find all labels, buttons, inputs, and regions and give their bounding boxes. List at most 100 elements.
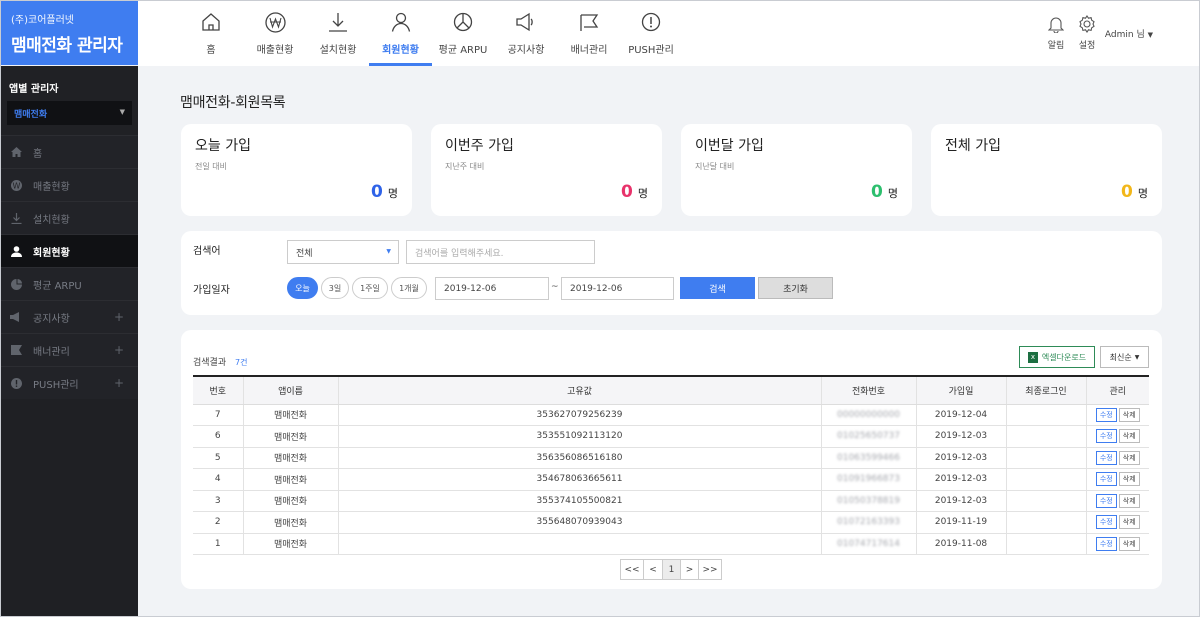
- megaphone-icon: [9, 311, 23, 323]
- edit-button[interactable]: 수정: [1095, 493, 1117, 508]
- admin-menu[interactable]: Admin 님 ▼: [1105, 27, 1153, 40]
- cell-id: 353627079256239: [338, 404, 822, 426]
- home-icon: [9, 146, 23, 158]
- company-name: (주)코어플러넷: [11, 15, 75, 26]
- date-from-input[interactable]: 2019-12-06: [435, 277, 549, 300]
- delete-button[interactable]: 삭제: [1118, 407, 1140, 422]
- tab-home[interactable]: 홈: [193, 1, 229, 66]
- date-from-value: 2019-12-06: [444, 283, 497, 294]
- search-input[interactable]: 검색어를 입력해주세요.: [406, 240, 595, 264]
- tab-arpu[interactable]: 평균 ARPU: [438, 1, 488, 66]
- stat-subtitle: 지난주 대비: [445, 162, 485, 171]
- cell-joined: 2019-11-08: [916, 533, 1007, 555]
- delete-button[interactable]: 삭제: [1118, 493, 1140, 508]
- sidebar-item-installs[interactable]: 설치현황: [1, 201, 138, 234]
- period-3days-button[interactable]: 3일: [321, 277, 349, 299]
- cell-actions: 수정 삭제: [1086, 533, 1149, 555]
- megaphone-icon: [503, 12, 549, 34]
- period-1week-button[interactable]: 1주일: [352, 277, 388, 299]
- stat-title: 오늘 가입: [195, 138, 251, 154]
- edit-button[interactable]: 수정: [1095, 429, 1117, 444]
- alarm-button[interactable]: 알림: [1044, 1, 1068, 51]
- sidebar-item-push[interactable]: PUSH관리 +: [1, 366, 138, 399]
- scope-value: 전체: [296, 248, 313, 259]
- pager-page-1[interactable]: 1: [663, 559, 681, 580]
- tab-notice[interactable]: 공지사항: [503, 1, 549, 66]
- delete-button[interactable]: 삭제: [1118, 472, 1140, 487]
- stat-unit: 명: [1137, 187, 1148, 200]
- app-select-value: 맴매전화: [14, 110, 48, 120]
- sidebar-item-members[interactable]: 회원현황: [1, 234, 138, 267]
- tab-label: 매출현황: [256, 45, 294, 56]
- edit-button[interactable]: 수정: [1095, 450, 1117, 465]
- pager-prev-button[interactable]: <: [644, 559, 663, 580]
- svg-text:W: W: [12, 181, 20, 190]
- user-icon: [369, 12, 432, 34]
- cell-joined: 2019-12-03: [916, 468, 1007, 491]
- edit-button[interactable]: 수정: [1095, 515, 1117, 530]
- edit-button[interactable]: 수정: [1095, 407, 1117, 422]
- caret-down-icon: ▼: [1147, 31, 1153, 39]
- sidebar-item-arpu[interactable]: 평균 ARPU: [1, 267, 138, 300]
- excel-download-button[interactable]: x 엑셀다운로드: [1019, 346, 1095, 368]
- pager-first-button[interactable]: <<: [620, 559, 644, 580]
- period-today-button[interactable]: 오늘: [287, 277, 318, 299]
- stat-title: 이번달 가입: [695, 138, 764, 154]
- tab-label: 홈: [206, 45, 216, 56]
- delete-button[interactable]: 삭제: [1118, 536, 1140, 551]
- settings-button[interactable]: 설정: [1074, 1, 1100, 51]
- expand-plus-icon[interactable]: +: [114, 310, 124, 324]
- tab-banner[interactable]: 배너관리: [566, 1, 612, 66]
- sidebar-item-label: 회원현황: [33, 247, 70, 259]
- cell-no: 3: [193, 490, 244, 512]
- delete-button[interactable]: 삭제: [1118, 515, 1140, 530]
- search-scope-select[interactable]: 전체 ▼: [287, 240, 399, 264]
- expand-plus-icon[interactable]: +: [114, 343, 124, 357]
- pager-last-button[interactable]: >>: [699, 559, 722, 580]
- cell-joined: 2019-11-19: [916, 511, 1007, 534]
- tab-label: 평균 ARPU: [438, 45, 488, 56]
- date-to-input[interactable]: 2019-12-06: [561, 277, 674, 300]
- stat-value: 0: [371, 182, 383, 202]
- edit-button[interactable]: 수정: [1095, 536, 1117, 551]
- tab-push[interactable]: PUSH관리: [626, 1, 676, 66]
- pager-next-button[interactable]: >: [681, 559, 699, 580]
- period-1month-button[interactable]: 1개월: [391, 277, 427, 299]
- delete-button[interactable]: 삭제: [1118, 450, 1140, 465]
- sidebar-item-notice[interactable]: 공지사항 +: [1, 300, 138, 333]
- expand-plus-icon[interactable]: +: [114, 376, 124, 390]
- table-row: 6 맴매전화 353551092113120 01025650737 2019-…: [193, 425, 1149, 448]
- col-header: 관리: [1086, 375, 1149, 405]
- sidebar-item-sales[interactable]: W 매출현황: [1, 168, 138, 201]
- app-select[interactable]: 맴매전화 ▼: [7, 101, 132, 125]
- brand-header[interactable]: (주)코어플러넷 맴매전화 관리자: [1, 1, 138, 65]
- delete-button[interactable]: 삭제: [1118, 429, 1140, 444]
- sidebar-item-home[interactable]: 홈: [1, 135, 138, 168]
- cell-last-login: [1006, 404, 1087, 426]
- tab-label: PUSH관리: [628, 45, 674, 56]
- col-header: 가입일: [916, 375, 1007, 405]
- sort-select[interactable]: 최신순 ▼: [1100, 346, 1149, 368]
- stat-subtitle: 전일 대비: [195, 162, 227, 171]
- cell-id: 353551092113120: [338, 425, 822, 448]
- search-button-label: 검색: [709, 284, 726, 295]
- cell-app: 맴매전화: [243, 468, 339, 491]
- edit-button[interactable]: 수정: [1095, 472, 1117, 487]
- excel-icon: x: [1027, 351, 1038, 363]
- tab-members[interactable]: 회원현황: [369, 1, 432, 66]
- members-table: 번호 앱이름 고유값 전화번호 가입일 최종로그인 관리 7 맴매전화 3536…: [193, 375, 1149, 555]
- tab-installs[interactable]: 설치현황: [315, 1, 361, 66]
- pager-page-label: 1: [668, 564, 675, 575]
- reset-button[interactable]: 초기화: [758, 277, 833, 299]
- pager-prev-icon: <: [649, 564, 657, 575]
- won-icon: W: [9, 179, 23, 191]
- cell-id: [338, 533, 822, 555]
- page-title: 맴매전화-회원목록: [180, 95, 286, 111]
- cell-actions: 수정 삭제: [1086, 425, 1149, 448]
- cell-app: 맴매전화: [243, 404, 339, 426]
- search-button[interactable]: 검색: [680, 277, 755, 299]
- user-icon: [9, 245, 23, 257]
- sidebar-item-banner[interactable]: 배너관리 +: [1, 333, 138, 366]
- table-row: 1 맴매전화 01074717614 2019-11-08 수정 삭제: [193, 533, 1149, 555]
- tab-sales[interactable]: 매출현황: [252, 1, 298, 66]
